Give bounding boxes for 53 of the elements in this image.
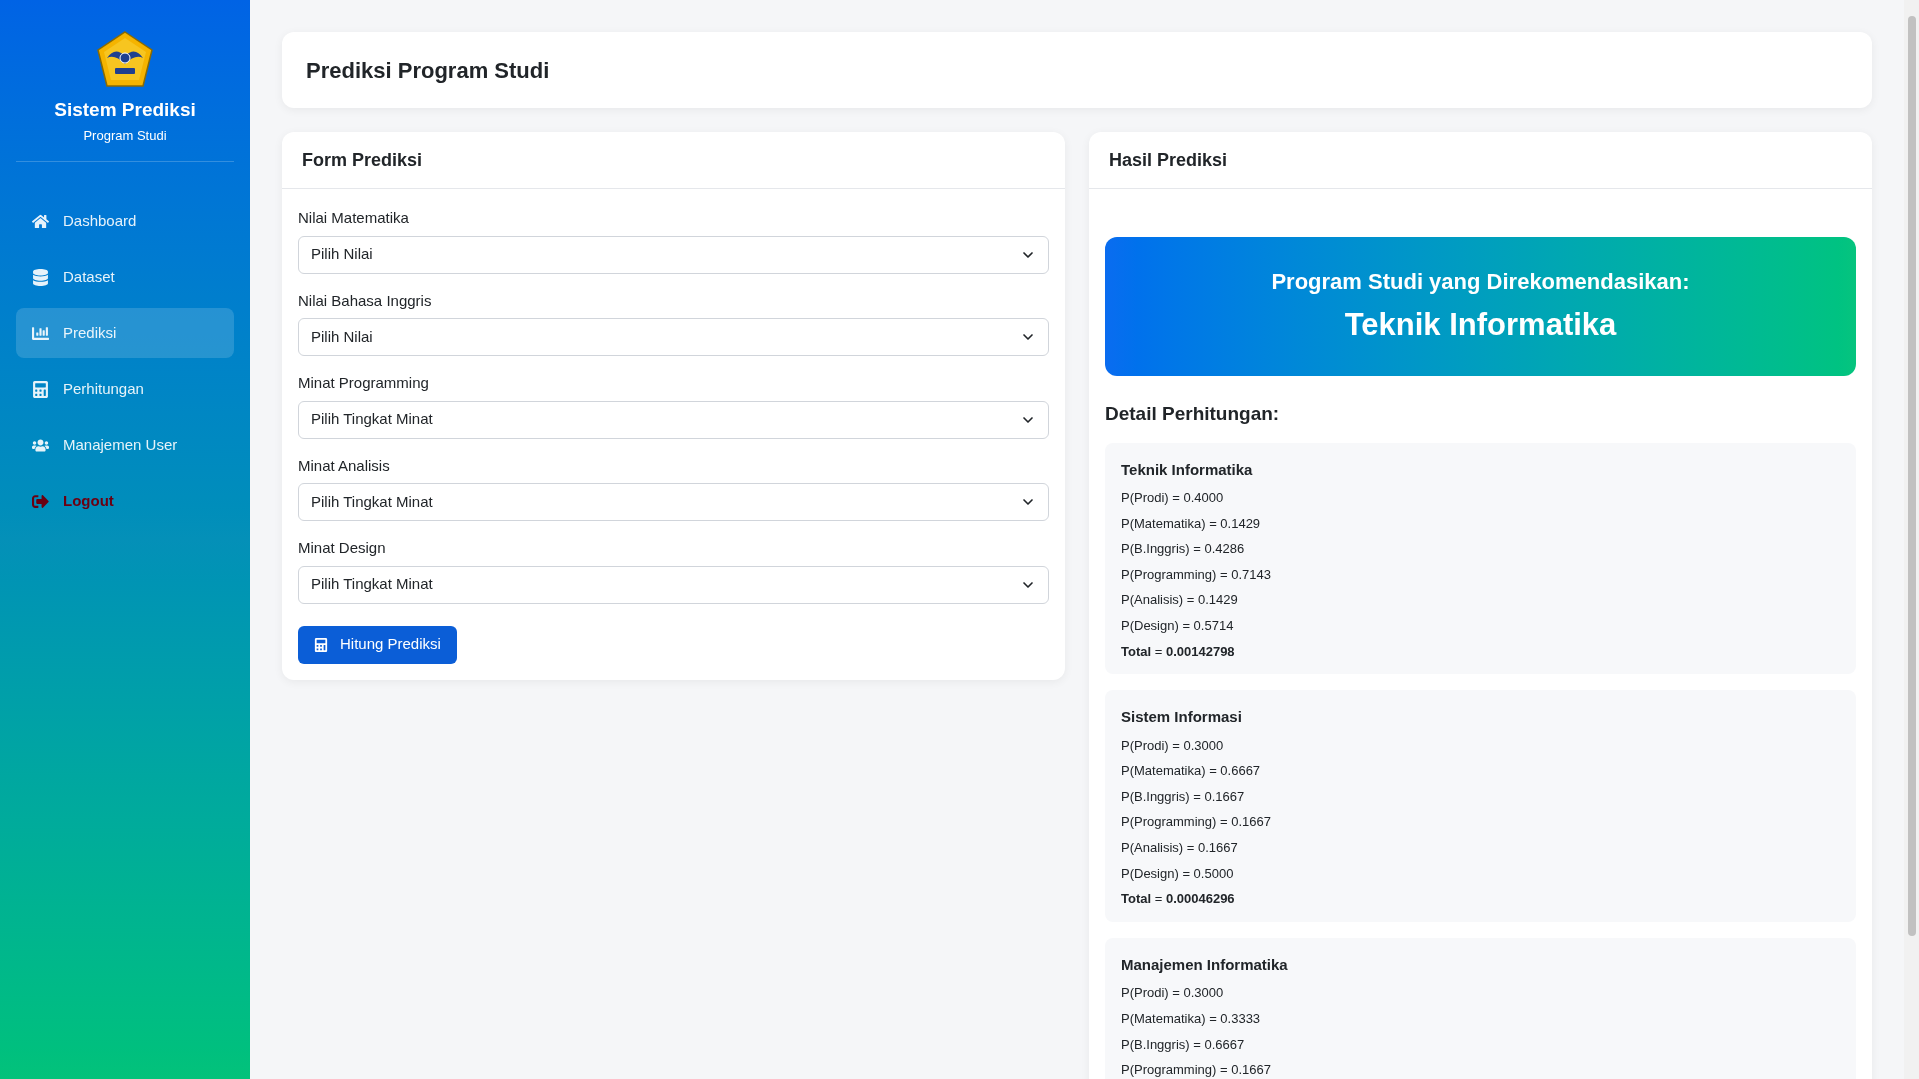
probability-line: P(Programming) = 0.7143 bbox=[1121, 565, 1271, 584]
probability-line: P(Prodi) = 0.4000 bbox=[1121, 489, 1224, 507]
probability-line: P(Programming) = 0.1667 bbox=[1121, 813, 1271, 832]
home-icon bbox=[32, 212, 49, 230]
probability-line: P(Programming) = 0.1667 bbox=[1121, 1061, 1271, 1079]
recommended-program: Teknik Informatika bbox=[1344, 305, 1617, 344]
select-field[interactable]: Pilih Nilai bbox=[298, 318, 1049, 356]
nav-item[interactable]: Dataset bbox=[16, 252, 234, 303]
probability-line: P(Prodi) = 0.3000 bbox=[1121, 984, 1224, 1003]
calculator-icon bbox=[32, 380, 49, 398]
nav-item[interactable]: Dashboard bbox=[16, 196, 234, 247]
probability-line: P(Matematika) = 0.6667 bbox=[1121, 762, 1261, 781]
field-label: Minat Analisis bbox=[298, 455, 391, 476]
probability-line: P(Matematika) = 0.3333 bbox=[1121, 1009, 1261, 1028]
detail-title: Detail Perhitungan: bbox=[1105, 402, 1281, 426]
probability-line: P(Analisis) = 0.1429 bbox=[1121, 591, 1238, 610]
field-label: Nilai Matematika bbox=[298, 208, 410, 228]
card-title: Hasil Prediksi bbox=[1109, 148, 1228, 172]
bar-chart-icon bbox=[32, 324, 49, 342]
field-label: Minat Programming bbox=[298, 373, 430, 393]
logout-icon bbox=[32, 492, 49, 510]
emblem-icon bbox=[95, 30, 155, 90]
app-subtitle: Program Studi bbox=[83, 126, 167, 145]
app-title: Sistem Prediksi bbox=[54, 98, 196, 122]
probability-line: P(Design) = 0.5714 bbox=[1121, 616, 1234, 635]
card-title: Form Prediksi bbox=[302, 148, 423, 172]
nav-item[interactable]: Prediksi bbox=[16, 308, 234, 359]
select-field[interactable]: Pilih Tingkat Minat bbox=[298, 400, 1049, 439]
field-label: Minat Design bbox=[298, 538, 387, 558]
page-title: Prediksi Program Studi bbox=[306, 56, 550, 85]
probability-line: Total = 0.00142798 bbox=[1121, 642, 1235, 661]
nav-item[interactable]: Perhitungan bbox=[16, 364, 234, 415]
select-field[interactable]: Pilih Tingkat Minat bbox=[298, 483, 1049, 521]
calculator-icon bbox=[314, 637, 328, 652]
probability-line: P(B.Inggris) = 0.6667 bbox=[1121, 1035, 1245, 1054]
database-icon bbox=[32, 268, 49, 286]
program-name: Teknik Informatika bbox=[1121, 459, 1254, 480]
field-label: Nilai Bahasa Inggris bbox=[298, 290, 433, 311]
program-name: Manajemen Informatika bbox=[1121, 954, 1289, 975]
nav-item[interactable]: Logout bbox=[16, 476, 234, 527]
probability-line: P(Analisis) = 0.1667 bbox=[1121, 839, 1238, 858]
probability-line: P(Matematika) = 0.1429 bbox=[1121, 514, 1261, 533]
nav-item[interactable]: Manajemen User bbox=[16, 420, 234, 471]
select-field[interactable]: Pilih Nilai bbox=[298, 235, 1049, 274]
probability-line: P(B.Inggris) = 0.4286 bbox=[1121, 540, 1245, 559]
predict-button[interactable]: Hitung Prediksi bbox=[298, 625, 457, 664]
select-field[interactable]: Pilih Tingkat Minat bbox=[298, 565, 1049, 604]
program-name: Sistem Informasi bbox=[1121, 707, 1243, 728]
probability-line: P(Prodi) = 0.3000 bbox=[1121, 736, 1224, 755]
probability-line: Total = 0.00046296 bbox=[1121, 890, 1235, 909]
banner-caption: Program Studi yang Direkomendasikan: bbox=[1271, 267, 1690, 296]
probability-line: P(Design) = 0.5000 bbox=[1121, 864, 1234, 883]
probability-line: P(B.Inggris) = 0.1667 bbox=[1121, 787, 1245, 806]
